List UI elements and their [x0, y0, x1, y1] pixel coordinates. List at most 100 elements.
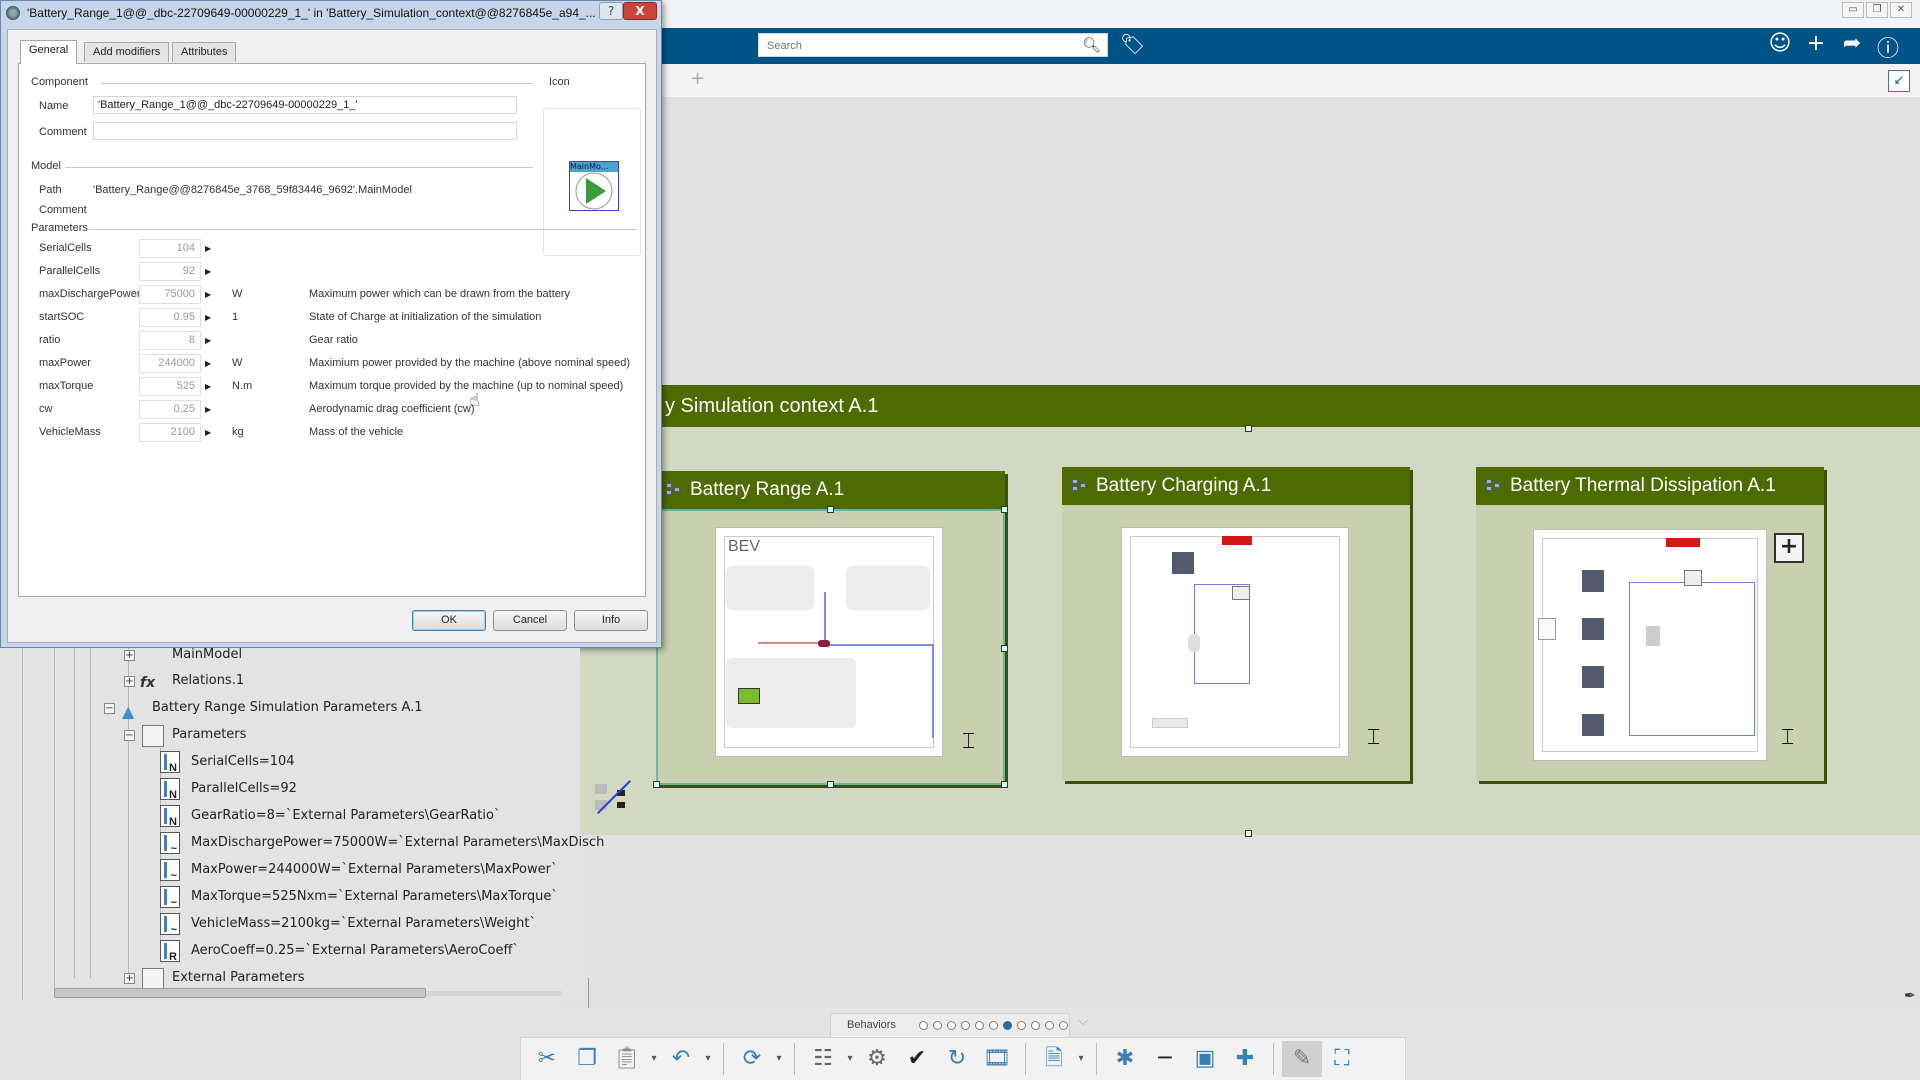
- insert-node-icon[interactable]: ✱: [1105, 1041, 1145, 1077]
- modifier-arrow-icon[interactable]: ▶: [205, 359, 211, 368]
- modifier-arrow-icon[interactable]: ▶: [205, 244, 211, 253]
- behaviors-page-dot[interactable]: [1045, 1021, 1054, 1030]
- simulation-context-panel[interactable]: y Simulation context A.1 Battery Range A…: [575, 385, 1920, 837]
- simulate-icon[interactable]: ↻: [937, 1041, 977, 1077]
- tree-item-parameters[interactable]: − Parameters: [124, 722, 246, 748]
- share-icon[interactable]: ➦: [1838, 31, 1866, 56]
- fit-all-icon[interactable]: ⛶: [1322, 1041, 1362, 1077]
- info-button[interactable]: Info: [574, 610, 648, 631]
- hierarchy-icon[interactable]: ☷: [803, 1041, 843, 1077]
- tree-item-param[interactable]: ~ VehicleMass=2100kg=`External Parameter…: [160, 911, 536, 937]
- search-input[interactable]: [759, 35, 1059, 57]
- paste-dropdown-icon[interactable]: ▾: [647, 1041, 661, 1077]
- close-dialog-button[interactable]: X: [623, 2, 657, 20]
- update-dropdown-icon[interactable]: ▾: [772, 1041, 786, 1077]
- hierarchy-dropdown-icon[interactable]: ▾: [843, 1041, 857, 1077]
- behaviors-page-dot[interactable]: [961, 1021, 970, 1030]
- add-icon[interactable]: +: [1802, 31, 1830, 56]
- undo-icon[interactable]: ↶: [661, 1041, 701, 1077]
- bev-diagram[interactable]: BEV: [715, 527, 943, 757]
- tab-attributes[interactable]: Attributes: [172, 42, 237, 62]
- resize-handle[interactable]: [1001, 781, 1008, 788]
- modifier-arrow-icon[interactable]: ▶: [205, 267, 211, 276]
- behavior-link-icon[interactable]: ⌶: [962, 729, 975, 754]
- param-value-field[interactable]: 75000: [139, 285, 201, 304]
- tree-item-mainmodel[interactable]: + MainModel: [124, 642, 242, 668]
- behaviors-tab[interactable]: Behaviors: [830, 1013, 1070, 1037]
- resize-handle[interactable]: [653, 781, 660, 788]
- add-behavior-icon[interactable]: ✚: [1225, 1041, 1265, 1077]
- paste-icon[interactable]: 📋︎: [607, 1041, 647, 1077]
- collapse-toggle[interactable]: −: [104, 703, 115, 714]
- behaviors-page-dot[interactable]: [933, 1021, 942, 1030]
- minimize-button[interactable]: ▭: [1842, 2, 1864, 18]
- copy-icon[interactable]: ❐: [567, 1041, 607, 1077]
- behaviors-page-dot[interactable]: [975, 1021, 984, 1030]
- param-value-field[interactable]: 92: [139, 262, 201, 281]
- resize-handle[interactable]: [827, 506, 834, 513]
- comment-field[interactable]: [93, 122, 517, 140]
- param-value-field[interactable]: 0.95: [139, 308, 201, 327]
- tab-add-modifiers[interactable]: Add modifiers: [84, 42, 170, 62]
- expand-toggle[interactable]: +: [124, 676, 135, 687]
- resize-handle[interactable]: [1245, 425, 1252, 432]
- pen-icon[interactable]: ✒: [1904, 988, 1916, 1004]
- tab-general[interactable]: General: [20, 40, 78, 64]
- resize-handle[interactable]: [827, 781, 834, 788]
- tree-item-param[interactable]: N ParallelCells=92: [160, 776, 297, 802]
- tree-item-param[interactable]: ~ MaxPower=244000W=`External Parameters\…: [160, 857, 557, 883]
- modifier-arrow-icon[interactable]: ▶: [205, 336, 211, 345]
- collapse-toggle[interactable]: −: [124, 730, 135, 741]
- chevron-down-icon[interactable]: ⌵: [1078, 1013, 1089, 1029]
- behaviors-page-dot[interactable]: [989, 1021, 998, 1030]
- tree-item-param[interactable]: R AeroCoeff=0.25=`External Parameters\Ae…: [160, 938, 519, 964]
- tree-item-param[interactable]: ~ MaxDischargePower=75000W=`External Par…: [160, 830, 604, 856]
- modifier-arrow-icon[interactable]: ▶: [205, 290, 211, 299]
- charging-diagram[interactable]: [1121, 527, 1349, 757]
- ok-button[interactable]: OK: [412, 610, 486, 631]
- tree-horizontal-scrollbar[interactable]: [54, 988, 426, 998]
- cancel-button[interactable]: Cancel: [493, 610, 567, 631]
- behaviors-page-dot[interactable]: [1031, 1021, 1040, 1030]
- card-battery-range[interactable]: Battery Range A.1 BEV ⌶: [653, 471, 1008, 788]
- fmu-dropdown-icon[interactable]: ▾: [1074, 1041, 1088, 1077]
- behaviors-page-dot[interactable]: [1059, 1021, 1068, 1030]
- add-tab-button[interactable]: +: [690, 68, 705, 89]
- modifier-arrow-icon[interactable]: ▶: [205, 313, 211, 322]
- close-window-button[interactable]: ✕: [1890, 2, 1912, 18]
- resize-handle[interactable]: [1001, 506, 1008, 513]
- scrollbar-track[interactable]: [426, 991, 562, 996]
- behaviors-page-dot[interactable]: [1003, 1021, 1012, 1030]
- param-value-field[interactable]: 2100: [139, 423, 201, 442]
- undo-dropdown-icon[interactable]: ▾: [701, 1041, 715, 1077]
- param-value-field[interactable]: 104: [139, 239, 201, 258]
- behavior-link-icon[interactable]: ⌶: [1367, 725, 1380, 750]
- card-battery-thermal[interactable]: Battery Thermal Dissipation A.1 + ⌶: [1476, 467, 1824, 781]
- search-box[interactable]: 🔍︎: [758, 33, 1108, 57]
- help-icon[interactable]: ⓘ: [1874, 31, 1902, 63]
- thermal-diagram[interactable]: [1533, 529, 1767, 761]
- search-icon[interactable]: 🔍︎: [1082, 36, 1101, 54]
- update-icon[interactable]: ⟳: [732, 1041, 772, 1077]
- collapse-icon[interactable]: ↙: [1888, 70, 1910, 92]
- tree-item-param[interactable]: ~ MaxTorque=525Nxm=`External Parameters\…: [160, 884, 558, 910]
- expand-toggle[interactable]: +: [124, 973, 135, 984]
- behavior-link-icon[interactable]: ⌶: [1781, 725, 1794, 750]
- animation-icon[interactable]: 🎞︎: [977, 1041, 1017, 1077]
- cut-icon[interactable]: ✂: [527, 1041, 567, 1077]
- name-field[interactable]: 'Battery_Range_1@@_dbc-22709649-00000229…: [93, 96, 517, 114]
- fmu-export-icon[interactable]: 🗎︎: [1034, 1041, 1074, 1077]
- help-button[interactable]: ?: [599, 2, 623, 20]
- settings-icon[interactable]: ⚙: [857, 1041, 897, 1077]
- param-value-field[interactable]: 0.25: [139, 400, 201, 419]
- param-value-field[interactable]: 525: [139, 377, 201, 396]
- resize-handle[interactable]: [1001, 645, 1008, 652]
- tree-item-simulation-parameters[interactable]: − ▲ Battery Range Simulation Parameters …: [104, 695, 423, 721]
- modifier-arrow-icon[interactable]: ▶: [205, 428, 211, 437]
- behaviors-page-dot[interactable]: [1017, 1021, 1026, 1030]
- connect-icon[interactable]: ─: [1145, 1041, 1185, 1077]
- resize-handle[interactable]: [1245, 830, 1252, 837]
- tree-item-relations[interactable]: + fx Relations.1: [124, 668, 244, 694]
- tag-icon[interactable]: 🏷︎: [1120, 32, 1145, 56]
- modifier-arrow-icon[interactable]: ▶: [205, 382, 211, 391]
